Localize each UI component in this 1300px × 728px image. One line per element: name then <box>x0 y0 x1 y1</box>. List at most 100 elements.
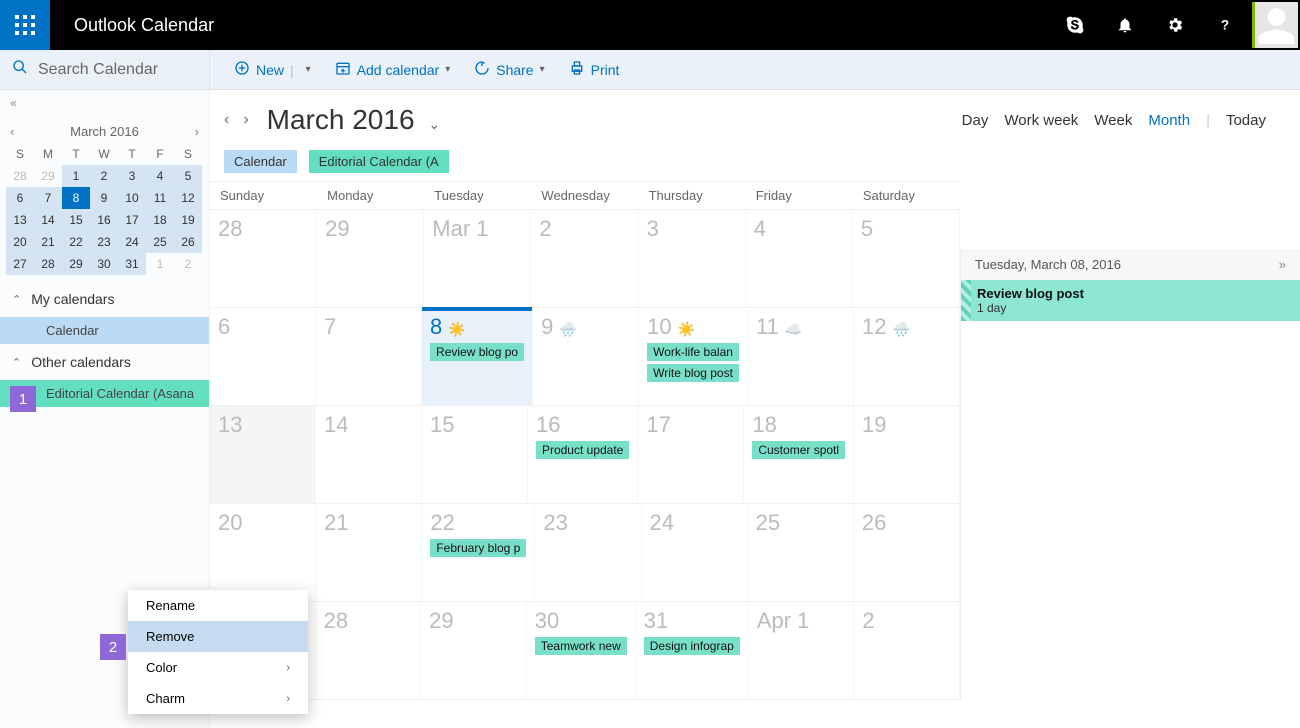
event-chip[interactable]: Write blog post <box>647 364 739 382</box>
mini-day-cell[interactable]: 29 <box>62 253 90 275</box>
day-cell[interactable]: 21 <box>316 504 422 601</box>
mini-day-cell[interactable]: 14 <box>34 209 62 231</box>
new-button[interactable]: New | ▾ <box>234 60 311 79</box>
day-cell[interactable]: 31Design infograp <box>636 602 749 699</box>
day-cell[interactable]: 29 <box>421 602 527 699</box>
chevron-down-icon[interactable]: ▾ <box>306 64 311 75</box>
mini-day-cell[interactable]: 2 <box>90 165 118 187</box>
mini-next-icon[interactable]: › <box>195 124 199 139</box>
mini-day-cell[interactable]: 10 <box>118 187 146 209</box>
mini-day-cell[interactable]: 29 <box>34 165 62 187</box>
day-cell[interactable]: 22February blog p <box>422 504 535 601</box>
detail-event[interactable]: Review blog post 1 day <box>961 280 1300 321</box>
settings-icon[interactable] <box>1150 0 1200 50</box>
mini-day-cell[interactable]: 8 <box>62 187 90 209</box>
mini-day-cell[interactable]: 21 <box>34 231 62 253</box>
mini-day-cell[interactable]: 25 <box>146 231 174 253</box>
search-input[interactable]: Search Calendar <box>0 50 210 90</box>
day-cell[interactable]: 28 <box>210 210 317 307</box>
help-icon[interactable]: ? <box>1200 0 1250 50</box>
day-cell[interactable]: 17 <box>638 406 744 503</box>
event-chip[interactable]: Customer spotl <box>752 441 845 459</box>
menu-rename[interactable]: Rename <box>128 590 308 621</box>
mini-prev-icon[interactable]: ‹ <box>10 124 14 139</box>
day-cell[interactable]: 23 <box>535 504 641 601</box>
chevron-down-icon[interactable]: ▾ <box>540 64 545 75</box>
mini-day-cell[interactable]: 2 <box>174 253 202 275</box>
notifications-icon[interactable] <box>1100 0 1150 50</box>
mini-calendar[interactable]: SMTWTFS 28291234567891011121314151617181… <box>0 143 209 281</box>
mini-day-cell[interactable]: 16 <box>90 209 118 231</box>
day-cell[interactable]: 3 <box>639 210 746 307</box>
mini-day-cell[interactable]: 27 <box>6 253 34 275</box>
day-cell[interactable]: 4 <box>746 210 853 307</box>
day-cell[interactable]: 30Teamwork new <box>527 602 636 699</box>
mini-day-cell[interactable]: 20 <box>6 231 34 253</box>
mini-day-cell[interactable]: 17 <box>118 209 146 231</box>
day-cell[interactable]: 15 <box>422 406 528 503</box>
view-today[interactable]: Today <box>1226 112 1266 129</box>
menu-charm[interactable]: Charm› <box>128 683 308 714</box>
event-chip[interactable]: Design infograp <box>644 637 740 655</box>
day-cell[interactable]: 12🌧️ <box>854 308 960 405</box>
add-calendar-button[interactable]: Add calendar ▾ <box>335 60 451 79</box>
day-cell[interactable]: 18Customer spotl <box>744 406 854 503</box>
event-chip[interactable]: Teamwork new <box>535 637 627 655</box>
mini-day-cell[interactable]: 15 <box>62 209 90 231</box>
view-week[interactable]: Week <box>1094 112 1132 129</box>
day-cell[interactable]: 28 <box>316 602 422 699</box>
day-cell[interactable]: 6 <box>210 308 316 405</box>
prev-month-icon[interactable]: ‹ <box>224 111 229 129</box>
day-cell[interactable]: 2 <box>854 602 960 699</box>
mini-day-cell[interactable]: 30 <box>90 253 118 275</box>
day-cell[interactable]: 26 <box>854 504 960 601</box>
print-button[interactable]: Print <box>569 60 620 79</box>
day-cell[interactable]: 10☀️Work-life balanWrite blog post <box>639 308 748 405</box>
mini-day-cell[interactable]: 11 <box>146 187 174 209</box>
day-cell[interactable]: 20 <box>210 504 316 601</box>
chevron-down-icon[interactable]: ▾ <box>445 64 450 75</box>
mini-day-cell[interactable]: 28 <box>6 165 34 187</box>
my-calendars-section[interactable]: ⌃ My calendars <box>0 281 209 317</box>
calendar-tab[interactable]: Calendar <box>224 150 297 173</box>
mini-day-cell[interactable]: 31 <box>118 253 146 275</box>
mini-day-cell[interactable]: 23 <box>90 231 118 253</box>
share-button[interactable]: Share ▾ <box>474 60 544 79</box>
mini-day-cell[interactable]: 18 <box>146 209 174 231</box>
day-cell[interactable]: Mar 1 <box>424 210 531 307</box>
event-chip[interactable]: Review blog po <box>430 343 524 361</box>
app-launcher-icon[interactable] <box>0 0 50 50</box>
skype-icon[interactable] <box>1050 0 1100 50</box>
calendar-item[interactable]: Calendar <box>0 317 209 344</box>
mini-day-cell[interactable]: 9 <box>90 187 118 209</box>
profile-avatar[interactable] <box>1252 2 1298 48</box>
collapse-detail-icon[interactable]: » <box>1279 257 1286 272</box>
other-calendars-section[interactable]: ⌃ Other calendars <box>0 344 209 380</box>
day-cell[interactable]: 24 <box>642 504 748 601</box>
mini-day-cell[interactable]: 7 <box>34 187 62 209</box>
month-title[interactable]: March 2016 ⌄ <box>267 104 440 136</box>
mini-day-cell[interactable]: 22 <box>62 231 90 253</box>
day-cell[interactable]: 5 <box>853 210 960 307</box>
day-cell[interactable]: 9🌧️ <box>533 308 639 405</box>
menu-remove[interactable]: Remove <box>128 621 308 652</box>
mini-day-cell[interactable]: 1 <box>146 253 174 275</box>
next-month-icon[interactable]: › <box>243 111 248 129</box>
event-chip[interactable]: February blog p <box>430 539 526 557</box>
view-workweek[interactable]: Work week <box>1004 112 1078 129</box>
mini-day-cell[interactable]: 24 <box>118 231 146 253</box>
event-chip[interactable]: Work-life balan <box>647 343 739 361</box>
mini-day-cell[interactable]: 19 <box>174 209 202 231</box>
mini-day-cell[interactable]: 6 <box>6 187 34 209</box>
day-cell[interactable]: 2 <box>531 210 638 307</box>
day-cell[interactable]: 13 <box>210 406 316 503</box>
view-month[interactable]: Month <box>1148 112 1190 129</box>
view-day[interactable]: Day <box>962 112 989 129</box>
mini-day-cell[interactable]: 3 <box>118 165 146 187</box>
mini-day-cell[interactable]: 5 <box>174 165 202 187</box>
mini-day-cell[interactable]: 13 <box>6 209 34 231</box>
day-cell[interactable]: 14 <box>316 406 422 503</box>
collapse-panel-icon[interactable]: « <box>0 90 209 116</box>
day-cell[interactable]: 8☀️Review blog po <box>422 308 533 405</box>
day-cell[interactable]: 25 <box>748 504 854 601</box>
